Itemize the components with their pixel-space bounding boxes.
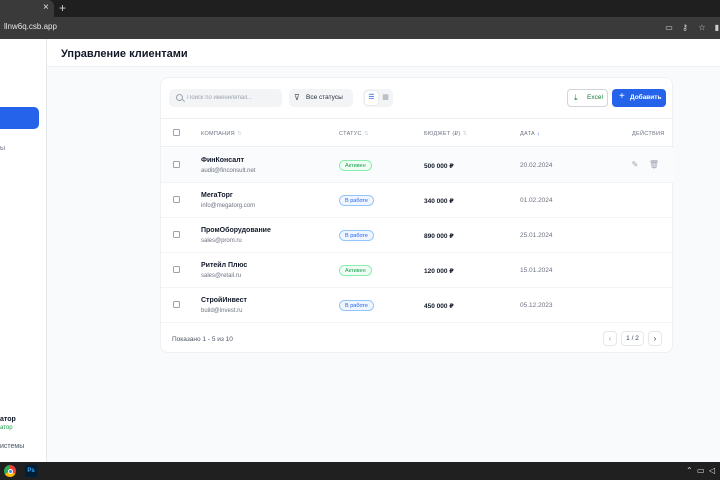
add-client-button[interactable]: + Добавить [612, 89, 666, 107]
plus-icon: + [619, 91, 625, 102]
column-header-date[interactable]: ДАТА ↓ [520, 131, 540, 137]
app-viewport: ы атор атор истемы Управление клиентами … [0, 39, 720, 462]
client-date: 15.01.2024 [520, 267, 553, 274]
pencil-icon[interactable]: ✎ [628, 158, 642, 172]
download-icon: ⤓ [574, 93, 578, 102]
status-filter-select[interactable]: ⊽ Все статусы [289, 89, 353, 107]
arrow-down-icon: ↓ [537, 131, 541, 137]
table-row[interactable]: Ритейл Плюс sales@retail.ru Активен 120 000… [161, 253, 674, 288]
sidebar-user-role: атор [0, 425, 13, 431]
table-row[interactable]: ПромОборудование sales@prom.ru В работе 890… [161, 218, 674, 253]
status-badge: Активен [339, 265, 372, 276]
page-title: Управление клиентами [61, 48, 188, 60]
client-budget: 450 000 ₽ [424, 303, 454, 310]
password-key-icon[interactable]: ⚷ [680, 23, 690, 32]
close-tab-icon[interactable]: × [43, 2, 49, 14]
add-client-label: Добавить [630, 94, 662, 101]
photoshop-taskbar-icon[interactable]: Ps [25, 465, 37, 477]
client-date: 05.12.2023 [520, 302, 553, 309]
client-budget: 500 000 ₽ [424, 163, 454, 170]
row-checkbox[interactable] [173, 301, 180, 308]
row-checkbox[interactable] [173, 231, 180, 238]
trash-icon[interactable]: 🗑 [647, 158, 661, 172]
prev-page-button[interactable]: ‹ [603, 331, 617, 346]
column-header-actions: ДЕЙСТВИЯ [632, 131, 665, 137]
browser-tab-bar: × + [0, 0, 720, 17]
client-email: sales@prom.ru [201, 238, 242, 244]
next-page-button[interactable]: › [648, 331, 662, 346]
sort-icon: ⇅ [363, 131, 369, 137]
search-input[interactable] [187, 92, 279, 104]
export-excel-label: Excel [587, 94, 603, 101]
status-badge: В работе [339, 195, 374, 206]
status-filter-label: Все статусы [306, 94, 343, 101]
client-date: 01.02.2024 [520, 197, 553, 204]
table-row[interactable]: ФинКонсалт audit@finconsult.net Активен 500… [161, 148, 674, 183]
column-header-budget[interactable]: БЮДЖЕТ (₽) ⇅ [424, 131, 467, 137]
export-excel-button[interactable]: ⤓ Excel [567, 89, 608, 107]
client-email: audit@finconsult.net [201, 168, 256, 174]
bookmark-star-icon[interactable]: ☆ [697, 23, 707, 32]
search-box[interactable] [169, 89, 282, 107]
table-row[interactable]: СтройИнвест build@invest.ru В работе 450 00… [161, 288, 674, 323]
search-icon [176, 94, 183, 101]
volume-icon[interactable]: ◁ [709, 465, 715, 477]
client-name[interactable]: МегаТорг [201, 192, 233, 199]
new-tab-button[interactable]: + [59, 1, 66, 15]
client-budget: 340 000 ₽ [424, 198, 454, 205]
chrome-taskbar-icon[interactable] [4, 465, 16, 477]
client-budget: 890 000 ₽ [424, 233, 454, 240]
filter-icon: ⊽ [294, 93, 300, 102]
browser-tab[interactable]: × [0, 0, 54, 17]
row-checkbox[interactable] [173, 196, 180, 203]
status-badge: В работе [339, 300, 374, 311]
client-budget: 120 000 ₽ [424, 268, 454, 275]
client-name[interactable]: СтройИнвест [201, 297, 247, 304]
extensions-icon[interactable]: ▮ [712, 23, 720, 32]
clients-card: ⊽ Все статусы ☰ ▦ ⤓ Excel + Добавить КОМ… [160, 77, 674, 353]
pagination-info: Показано 1 - 5 из 10 [172, 336, 233, 343]
sidebar: ы атор атор истемы [0, 39, 47, 462]
cast-icon[interactable]: ▭ [664, 23, 674, 32]
table-header: КОМПАНИЯ ⇅ СТАТУС ⇅ БЮДЖЕТ (₽) ⇅ ДАТА ↓ ДЕЙС… [161, 119, 674, 147]
sidebar-settings-link[interactable]: истемы [0, 443, 24, 450]
sidebar-user-name: атор [0, 416, 16, 423]
view-toggle: ☰ ▦ [363, 89, 393, 107]
status-badge: Активен [339, 160, 372, 171]
column-header-status[interactable]: СТАТУС ⇅ [339, 131, 369, 137]
sidebar-item-active[interactable] [0, 107, 39, 129]
column-header-company[interactable]: КОМПАНИЯ ⇅ [201, 131, 242, 137]
sort-icon: ⇅ [462, 131, 468, 137]
select-all-checkbox[interactable] [173, 129, 180, 136]
address-bar: llnw6q.csb.app ▭ ⚷ ☆ ▮ [0, 17, 720, 39]
grid-view-icon[interactable]: ▦ [379, 91, 392, 105]
client-name[interactable]: Ритейл Плюс [201, 262, 247, 269]
table-toolbar: ⊽ Все статусы ☰ ▦ ⤓ Excel + Добавить [161, 78, 674, 119]
sidebar-item-label[interactable]: ы [0, 145, 5, 152]
os-taskbar: Ps ⌃ ▭ ◁ [0, 462, 720, 480]
url-text[interactable]: llnw6q.csb.app [4, 22, 57, 31]
status-badge: В работе [339, 230, 374, 241]
row-checkbox[interactable] [173, 161, 180, 168]
sort-icon: ⇅ [236, 131, 242, 137]
row-checkbox[interactable] [173, 266, 180, 273]
network-icon[interactable]: ▭ [697, 465, 705, 477]
client-name[interactable]: ФинКонсалт [201, 157, 244, 164]
list-view-icon[interactable]: ☰ [365, 91, 378, 105]
client-date: 20.02.2024 [520, 162, 553, 169]
page-header: Управление клиентами [47, 39, 720, 67]
client-name[interactable]: ПромОборудование [201, 227, 271, 234]
client-date: 25.01.2024 [520, 232, 553, 239]
client-email: info@megatorg.com [201, 203, 256, 209]
table-row[interactable]: МегаТорг info@megatorg.com В работе 340 000… [161, 183, 674, 218]
client-email: build@invest.ru [201, 308, 243, 314]
tray-chevron-icon[interactable]: ⌃ [686, 465, 693, 477]
current-page-indicator: 1 / 2 [621, 331, 644, 346]
client-email: sales@retail.ru [201, 273, 242, 279]
